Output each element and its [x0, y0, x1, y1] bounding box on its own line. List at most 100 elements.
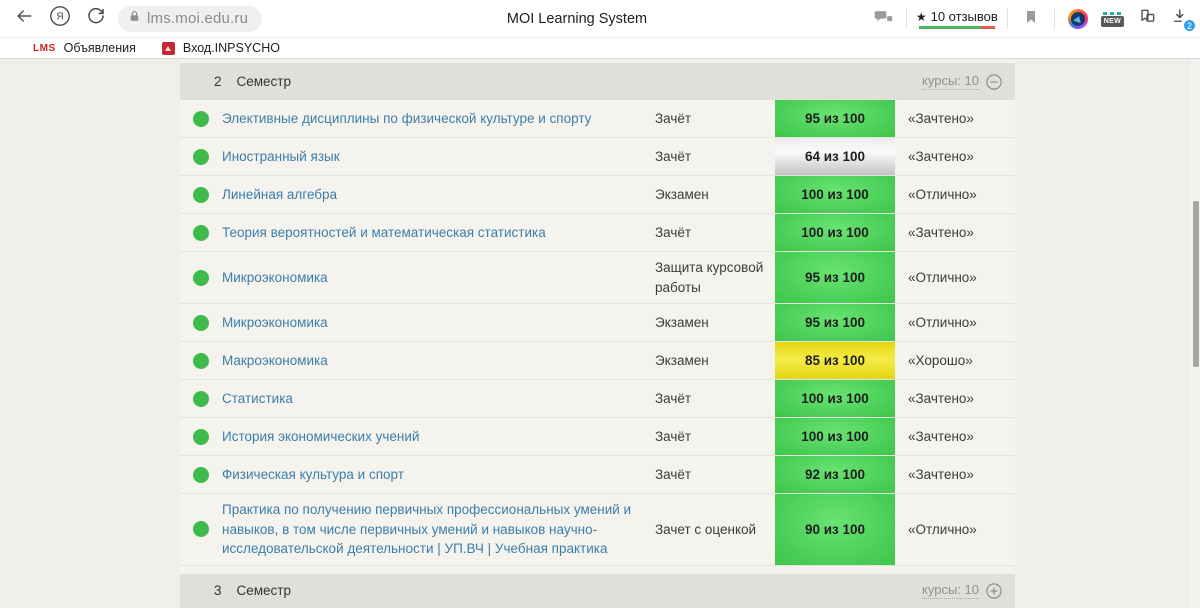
grade-label: «Отлично» — [895, 304, 1015, 341]
score-badge: 64 из 100 — [775, 138, 895, 175]
course-row: Макроэкономика Экзамен 85 из 100 «Хорошо… — [180, 342, 1015, 380]
site-reviews-button[interactable] — [869, 5, 897, 33]
course-name-link[interactable]: Практика по получению первичных професси… — [222, 494, 655, 565]
expand-plus-icon — [985, 582, 1003, 600]
downloads-count-badge: 2 — [1183, 19, 1196, 32]
status-dot-icon — [193, 225, 209, 241]
bookmark-item-announcements[interactable]: LMS Объявления — [33, 41, 136, 55]
bookmarks-bar: LMS Объявления Вход.INPSYCHO — [0, 38, 1200, 59]
inpsycho-favicon-icon — [162, 42, 175, 55]
course-name-link[interactable]: Иностранный язык — [222, 141, 354, 173]
assessment-type-label: Зачёт — [655, 459, 697, 491]
score-badge: 95 из 100 — [775, 304, 895, 341]
toolbar-separator — [906, 9, 907, 29]
course-row: Статистика Зачёт 100 из 100 «Зачтено» — [180, 380, 1015, 418]
course-name-link[interactable]: Микроэкономика — [222, 307, 342, 339]
rating-bar — [919, 26, 995, 29]
status-dot-icon — [193, 429, 209, 445]
course-row: История экономических учений Зачёт 100 и… — [180, 418, 1015, 456]
course-row: Иностранный язык Зачёт 64 из 100 «Зачтен… — [180, 138, 1015, 176]
status-dot-icon — [193, 315, 209, 331]
grade-label: «Отлично» — [895, 176, 1015, 213]
course-rows: Элективные дисциплины по физической куль… — [180, 100, 1015, 566]
course-name-link[interactable]: История экономических учений — [222, 421, 433, 453]
course-name-link[interactable]: Макроэкономика — [222, 345, 342, 377]
course-name-link[interactable]: Теория вероятностей и математическая ста… — [222, 217, 560, 249]
status-dot-icon — [193, 270, 209, 286]
toolbar-separator — [1007, 9, 1008, 29]
collections-button[interactable] — [1133, 5, 1161, 33]
course-row: Физическая культура и спорт Зачёт 92 из … — [180, 456, 1015, 494]
bookmark-label: Вход.INPSYCHO — [183, 41, 280, 55]
score-badge: 95 из 100 — [775, 252, 895, 303]
grade-label: «Зачтено» — [895, 456, 1015, 493]
browser-logo-icon — [1068, 9, 1088, 29]
star-icon: ★ — [916, 10, 927, 24]
assessment-type-label: Экзамен — [655, 179, 715, 211]
reviews-count-label: 10 отзывов — [931, 9, 998, 24]
course-name-link[interactable]: Линейная алгебра — [222, 179, 351, 211]
score-badge: 92 из 100 — [775, 456, 895, 493]
course-name-link[interactable]: Физическая культура и спорт — [222, 459, 418, 491]
bookmark-button[interactable] — [1017, 5, 1045, 33]
course-row: Практика по получению первичных професси… — [180, 494, 1015, 566]
semester-number: 2 — [214, 74, 222, 89]
semester-title: Семестр — [237, 583, 292, 598]
course-name-link[interactable]: Статистика — [222, 383, 307, 415]
grade-label: «Зачтено» — [895, 380, 1015, 417]
speech-bubble-icon — [873, 7, 893, 32]
status-dot-icon — [193, 149, 209, 165]
courses-count-label: курсы: 10 — [922, 73, 979, 90]
grade-label: «Зачтено» — [895, 418, 1015, 455]
status-dot-icon — [193, 111, 209, 127]
course-name-link[interactable]: Микроэкономика — [222, 262, 342, 294]
bookmark-label: Объявления — [64, 41, 136, 55]
grade-label: «Зачтено» — [895, 100, 1015, 137]
browser-toolbar: Я lms.moi.edu.ru MOI Learning System ★ 1… — [0, 0, 1200, 38]
course-row: Линейная алгебра Экзамен 100 из 100 «Отл… — [180, 176, 1015, 214]
course-row: Микроэкономика Экзамен 95 из 100 «Отличн… — [180, 304, 1015, 342]
refresh-button[interactable] — [82, 5, 110, 33]
grade-label: «Зачтено» — [895, 214, 1015, 251]
semester-title: Семестр — [237, 74, 292, 89]
grades-table: 2 Семестр курсы: 10 Элективные дисциплин… — [180, 59, 1015, 608]
assessment-type-label: Зачёт — [655, 217, 697, 249]
semester-2-header: 2 Семестр курсы: 10 — [180, 63, 1015, 100]
site-rating-widget[interactable]: ★ 10 отзывов — [916, 9, 998, 29]
assessment-type-label: Зачёт — [655, 103, 697, 135]
assessment-type-label: Зачёт — [655, 141, 697, 173]
semester-3-expand-control[interactable]: курсы: 10 — [922, 582, 1003, 600]
status-dot-icon — [193, 467, 209, 483]
semester-2-collapse-control[interactable]: курсы: 10 — [922, 73, 1003, 91]
course-row: Микроэкономика Защита курсовой работы 95… — [180, 252, 1015, 304]
page-title: MOI Learning System — [507, 11, 647, 27]
assessment-type-label: Зачет с оценкой — [655, 514, 762, 546]
yandex-logo-icon: Я — [49, 5, 71, 32]
browser-update-button[interactable] — [1064, 5, 1092, 33]
grade-label: «Зачтено» — [895, 138, 1015, 175]
scrollbar-track[interactable] — [1188, 59, 1200, 608]
grade-label: «Хорошо» — [895, 342, 1015, 379]
url-text: lms.moi.edu.ru — [147, 10, 248, 27]
downloads-button[interactable]: 2 — [1170, 6, 1194, 32]
status-dot-icon — [193, 353, 209, 369]
course-name-link[interactable]: Элективные дисциплины по физической куль… — [222, 103, 605, 135]
screenshot-new-button[interactable]: NEW — [1101, 12, 1124, 27]
address-bar[interactable]: lms.moi.edu.ru — [118, 6, 262, 32]
score-badge: 95 из 100 — [775, 100, 895, 137]
new-feature-icon — [1103, 12, 1121, 15]
scrollbar-thumb[interactable] — [1193, 201, 1199, 367]
collapse-minus-icon — [985, 73, 1003, 91]
course-row: Элективные дисциплины по физической куль… — [180, 100, 1015, 138]
bookmark-flag-icon — [1023, 9, 1039, 30]
score-badge: 100 из 100 — [775, 176, 895, 213]
bookmark-item-inpsycho[interactable]: Вход.INPSYCHO — [162, 41, 280, 55]
course-row: Теория вероятностей и математическая ста… — [180, 214, 1015, 252]
back-button[interactable] — [10, 5, 38, 33]
courses-count-label: курсы: 10 — [922, 582, 979, 599]
semester-3-header: 3 Семестр курсы: 10 — [180, 574, 1015, 608]
assessment-type-label: Экзамен — [655, 345, 715, 377]
yandex-home-button[interactable]: Я — [46, 5, 74, 33]
toolbar-separator — [1054, 9, 1055, 29]
assessment-type-label: Защита курсовой работы — [655, 252, 775, 303]
